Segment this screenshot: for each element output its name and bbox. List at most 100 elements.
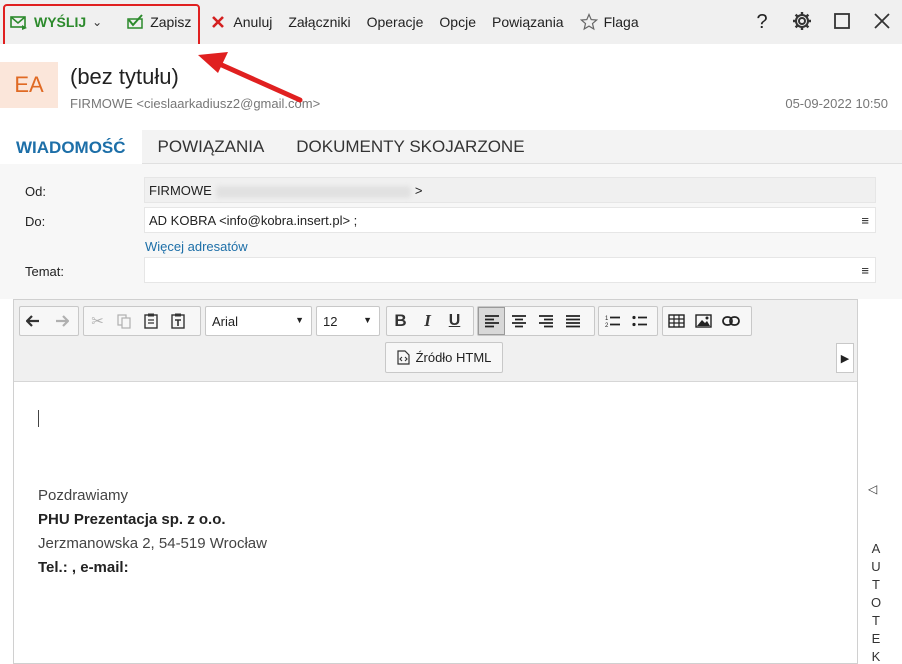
tab-relations[interactable]: POWIĄZANIA	[142, 130, 281, 164]
underline-icon[interactable]: U	[441, 307, 468, 335]
chevron-down-icon[interactable]: ⌄	[92, 15, 102, 29]
bold-icon[interactable]: B	[387, 307, 414, 335]
message-sender: FIRMOWE <cieslaarkadiusz2@gmail.com>	[70, 96, 321, 111]
editor-content[interactable]: Pozdrawiamy PHU Prezentacja sp. z o.o. J…	[14, 382, 857, 663]
svg-text:1: 1	[605, 316, 609, 322]
font-size-select[interactable]: 12 ▼	[316, 306, 380, 336]
subject-input[interactable]: ≡	[144, 257, 876, 283]
redacted-email	[215, 185, 411, 198]
save-button[interactable]: Zapisz	[118, 0, 199, 44]
table-icon[interactable]	[663, 307, 690, 335]
undo-redo-group	[19, 306, 79, 336]
tab-bar: WIADOMOŚĆ POWIĄZANIA DOKUMENTY SKOJARZON…	[0, 130, 902, 165]
help-icon: ?	[756, 10, 768, 33]
tab-message[interactable]: WIADOMOŚĆ	[0, 130, 142, 165]
flag-label: Flaga	[603, 14, 639, 30]
signature-greeting: Pozdrawiamy	[38, 487, 129, 504]
align-justify-icon[interactable]	[559, 307, 586, 335]
svg-text:2: 2	[605, 323, 609, 328]
more-recipients-link[interactable]: Więcej adresatów	[145, 239, 248, 254]
attachments-label: Załączniki	[288, 14, 351, 30]
send-mail-icon	[10, 13, 28, 31]
align-left-icon[interactable]	[478, 307, 505, 335]
main-toolbar: WYŚLIJ ⌄ Zapisz Anuluj Załączniki Operac…	[0, 0, 902, 44]
message-header: EA (bez tytułu) FIRMOWE <cieslaarkadiusz…	[0, 44, 902, 130]
operations-label: Operacje	[366, 14, 424, 30]
signature-address: Jerzmanowska 2, 54-519 Wrocław	[38, 535, 267, 552]
editor-toolbar: ✂ Arial ▼ 12 ▼ B I U 1 2 Źródło HTML ▶	[14, 300, 857, 382]
close-red-icon	[209, 13, 227, 31]
message-datetime: 05-09-2022 10:50	[785, 96, 888, 111]
cancel-label: Anuluj	[233, 14, 273, 30]
side-panel-text: AUTOTEK	[870, 541, 882, 664]
font-family-select[interactable]: Arial ▼	[205, 306, 312, 336]
collapse-arrow-icon[interactable]: ◁	[868, 482, 877, 496]
cancel-button[interactable]: Anuluj	[201, 0, 280, 44]
align-right-icon[interactable]	[532, 307, 559, 335]
from-field[interactable]: FIRMOWE >	[144, 177, 876, 203]
cut-icon[interactable]: ✂	[84, 307, 111, 335]
relations-label: Powiązania	[491, 14, 564, 30]
dropdown-arrow-icon: ▼	[295, 315, 304, 325]
side-panel-vertical-label[interactable]: AUTOTEK	[870, 540, 882, 664]
settings-button[interactable]	[782, 0, 822, 44]
from-label: Od:	[25, 184, 46, 199]
options-button[interactable]: Opcje	[431, 0, 484, 44]
send-button[interactable]: WYŚLIJ ⌄	[0, 0, 110, 44]
undo-icon[interactable]	[20, 307, 47, 335]
to-value: AD KOBRA <info@kobra.insert.pl> ;	[149, 213, 358, 228]
from-value-prefix: FIRMOWE	[149, 183, 212, 198]
redo-icon[interactable]	[47, 307, 74, 335]
copy-icon[interactable]	[111, 307, 138, 335]
from-value-suffix: >	[414, 183, 423, 198]
relations-button[interactable]: Powiązania	[484, 0, 572, 44]
toolbar-overflow-button[interactable]: ▶	[836, 343, 854, 373]
maximize-icon	[833, 12, 851, 33]
numbered-list-icon[interactable]: 12	[599, 307, 626, 335]
rich-text-editor: ✂ Arial ▼ 12 ▼ B I U 1 2 Źródło HTML ▶ P…	[13, 299, 858, 664]
italic-icon[interactable]: I	[414, 307, 441, 335]
tab-linked-documents[interactable]: DOKUMENTY SKOJARZONE	[280, 130, 540, 164]
help-button[interactable]: ?	[742, 0, 782, 44]
insert-group	[662, 306, 752, 336]
align-center-icon[interactable]	[505, 307, 532, 335]
dropdown-arrow-icon: ▼	[363, 315, 372, 325]
message-subject: (bez tytułu)	[70, 64, 179, 89]
operations-button[interactable]: Operacje	[359, 0, 432, 44]
signature-contact: Tel.: , e-mail:	[38, 559, 129, 576]
alignment-group	[477, 306, 595, 336]
image-icon[interactable]	[690, 307, 717, 335]
flag-button[interactable]: Flaga	[572, 0, 647, 44]
html-file-icon	[396, 350, 410, 365]
to-field[interactable]: AD KOBRA <info@kobra.insert.pl> ; ≡	[144, 207, 876, 233]
maximize-button[interactable]	[822, 0, 862, 44]
subject-label: Temat:	[25, 264, 65, 279]
address-form: Od: FIRMOWE > Do: AD KOBRA <info@kobra.in…	[0, 164, 902, 299]
close-window-button[interactable]	[862, 0, 902, 44]
font-size-value: 12	[323, 314, 338, 329]
save-check-icon	[126, 13, 144, 31]
side-panel: ◁ AUTOTEK	[858, 482, 902, 664]
paste-icon[interactable]	[138, 307, 165, 335]
menu-icon[interactable]: ≡	[861, 263, 869, 278]
font-family-value: Arial	[212, 314, 239, 329]
menu-icon[interactable]: ≡	[861, 213, 869, 228]
star-icon	[579, 13, 598, 31]
paste-text-icon[interactable]	[165, 307, 192, 335]
close-icon	[873, 12, 891, 33]
text-style-group: B I U	[386, 306, 474, 336]
attachments-button[interactable]: Załączniki	[280, 0, 358, 44]
avatar: EA	[0, 62, 58, 108]
to-label: Do:	[25, 214, 46, 229]
window-controls: ?	[742, 0, 902, 44]
gear-icon	[792, 11, 812, 34]
text-caret	[38, 410, 39, 427]
html-source-button[interactable]: Źródło HTML	[385, 342, 503, 373]
list-group: 12	[598, 306, 658, 336]
send-label: WYŚLIJ	[34, 14, 87, 30]
html-source-label: Źródło HTML	[415, 350, 492, 365]
signature-company: PHU Prezentacja sp. z o.o.	[38, 511, 226, 528]
bullet-list-icon[interactable]	[626, 307, 653, 335]
link-icon[interactable]	[717, 307, 744, 335]
clipboard-group: ✂	[83, 306, 201, 336]
